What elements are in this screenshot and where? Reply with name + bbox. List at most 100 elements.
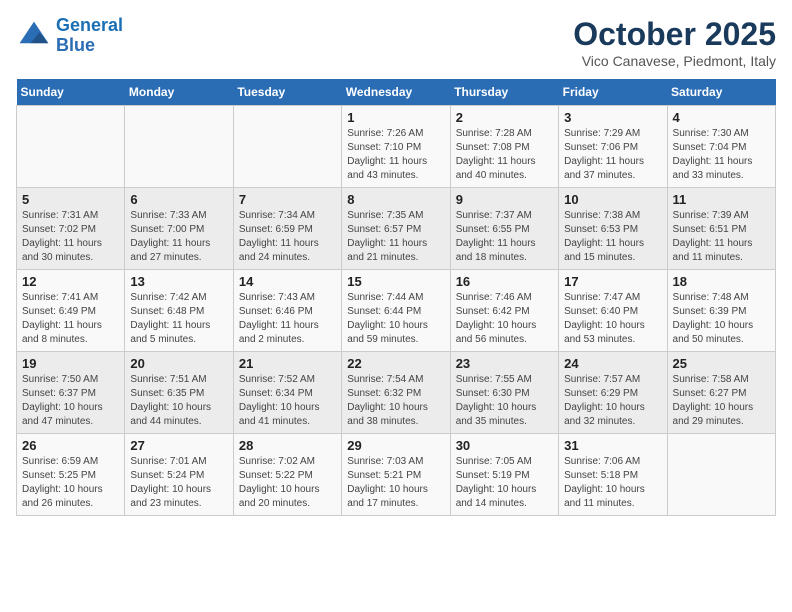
day-header-row: SundayMondayTuesdayWednesdayThursdayFrid… — [17, 79, 776, 106]
calendar-cell: 12 Sunrise: 7:41 AMSunset: 6:49 PMDayligh… — [17, 270, 125, 352]
day-number: 3 — [564, 110, 661, 125]
calendar-cell: 31Sunrise: 7:06 AMSunset: 5:18 PMDayligh… — [559, 434, 667, 516]
day-number: 19 — [22, 356, 119, 371]
day-number: 21 — [239, 356, 336, 371]
day-number: 14 — [239, 274, 336, 289]
calendar-week-4: 19 Sunrise: 7:50 AMSunset: 6:37 PMDayligh… — [17, 352, 776, 434]
day-header-friday: Friday — [559, 79, 667, 106]
day-number: 20 — [130, 356, 227, 371]
calendar-cell: 7Sunrise: 7:34 AMSunset: 6:59 PMDaylight… — [233, 188, 341, 270]
calendar-cell — [17, 106, 125, 188]
day-info: Sunrise: 7:54 AMSunset: 6:32 PMDaylight:… — [347, 373, 444, 429]
day-header-sunday: Sunday — [17, 79, 125, 106]
day-info: Sunrise: 7:01 AMSunset: 5:24 PMDaylight:… — [130, 455, 227, 511]
day-info: Sunrise: 7:34 AMSunset: 6:59 PMDaylight:… — [239, 209, 336, 265]
day-number: 24 — [564, 356, 661, 371]
calendar-cell: 23 Sunrise: 7:55 AMSunset: 6:30 PMDayligh… — [450, 352, 558, 434]
calendar-cell: 13 Sunrise: 7:42 AMSunset: 6:48 PMDayligh… — [125, 270, 233, 352]
calendar-cell: 8 Sunrise: 7:35 AMSunset: 6:57 PMDaylight… — [342, 188, 450, 270]
day-info: Sunrise: 7:03 AMSunset: 5:21 PMDaylight:… — [347, 455, 444, 511]
day-number: 4 — [673, 110, 770, 125]
title-block: October 2025 Vico Canavese, Piedmont, It… — [573, 16, 776, 69]
day-info: Sunrise: 7:29 AMSunset: 7:06 PMDaylight:… — [564, 127, 661, 183]
calendar-cell — [233, 106, 341, 188]
day-info: Sunrise: 7:26 AMSunset: 7:10 PMDaylight:… — [347, 127, 444, 183]
calendar-cell — [667, 434, 775, 516]
day-info: Sunrise: 7:28 AMSunset: 7:08 PMDaylight:… — [456, 127, 553, 183]
day-info: Sunrise: 7:30 AMSunset: 7:04 PMDaylight:… — [673, 127, 770, 183]
calendar-week-3: 12 Sunrise: 7:41 AMSunset: 6:49 PMDayligh… — [17, 270, 776, 352]
day-number: 6 — [130, 192, 227, 207]
calendar-cell: 29Sunrise: 7:03 AMSunset: 5:21 PMDayligh… — [342, 434, 450, 516]
calendar-week-5: 26Sunrise: 6:59 AMSunset: 5:25 PMDayligh… — [17, 434, 776, 516]
month-title: October 2025 — [573, 16, 776, 53]
calendar-cell: 24 Sunrise: 7:57 AMSunset: 6:29 PMDayligh… — [559, 352, 667, 434]
day-number: 12 — [22, 274, 119, 289]
logo-icon — [16, 18, 52, 54]
day-info: Sunrise: 7:41 AMSunset: 6:49 PMDaylight:… — [22, 291, 119, 347]
calendar-cell: 28Sunrise: 7:02 AMSunset: 5:22 PMDayligh… — [233, 434, 341, 516]
day-header-tuesday: Tuesday — [233, 79, 341, 106]
day-info: Sunrise: 7:35 AMSunset: 6:57 PMDaylight:… — [347, 209, 444, 265]
calendar-cell: 16Sunrise: 7:46 AMSunset: 6:42 PMDayligh… — [450, 270, 558, 352]
day-info: Sunrise: 7:55 AMSunset: 6:30 PMDaylight:… — [456, 373, 553, 429]
day-number: 16 — [456, 274, 553, 289]
day-info: Sunrise: 7:02 AMSunset: 5:22 PMDaylight:… — [239, 455, 336, 511]
calendar-cell: 5 Sunrise: 7:31 AMSunset: 7:02 PMDaylight… — [17, 188, 125, 270]
calendar-cell: 26Sunrise: 6:59 AMSunset: 5:25 PMDayligh… — [17, 434, 125, 516]
calendar-cell: 11 Sunrise: 7:39 AMSunset: 6:51 PMDayligh… — [667, 188, 775, 270]
day-info: Sunrise: 7:05 AMSunset: 5:19 PMDaylight:… — [456, 455, 553, 511]
day-info: Sunrise: 7:50 AMSunset: 6:37 PMDaylight:… — [22, 373, 119, 429]
day-info: Sunrise: 7:47 AMSunset: 6:40 PMDaylight:… — [564, 291, 661, 347]
calendar-cell: 25 Sunrise: 7:58 AMSunset: 6:27 PMDayligh… — [667, 352, 775, 434]
day-number: 1 — [347, 110, 444, 125]
day-info: Sunrise: 7:58 AMSunset: 6:27 PMDaylight:… — [673, 373, 770, 429]
calendar-cell: 14 Sunrise: 7:43 AMSunset: 6:46 PMDayligh… — [233, 270, 341, 352]
calendar-cell: 30Sunrise: 7:05 AMSunset: 5:19 PMDayligh… — [450, 434, 558, 516]
calendar-table: SundayMondayTuesdayWednesdayThursdayFrid… — [16, 79, 776, 516]
day-number: 22 — [347, 356, 444, 371]
day-number: 8 — [347, 192, 444, 207]
day-number: 17 — [564, 274, 661, 289]
day-info: Sunrise: 7:39 AMSunset: 6:51 PMDaylight:… — [673, 209, 770, 265]
day-number: 5 — [22, 192, 119, 207]
day-info: Sunrise: 7:31 AMSunset: 7:02 PMDaylight:… — [22, 209, 119, 265]
day-info: Sunrise: 7:52 AMSunset: 6:34 PMDaylight:… — [239, 373, 336, 429]
day-info: Sunrise: 7:51 AMSunset: 6:35 PMDaylight:… — [130, 373, 227, 429]
day-info: Sunrise: 7:33 AMSunset: 7:00 PMDaylight:… — [130, 209, 227, 265]
day-number: 31 — [564, 438, 661, 453]
calendar-cell: 18Sunrise: 7:48 AMSunset: 6:39 PMDayligh… — [667, 270, 775, 352]
logo-text: General Blue — [56, 16, 123, 56]
calendar-cell: 3 Sunrise: 7:29 AMSunset: 7:06 PMDaylight… — [559, 106, 667, 188]
day-number: 25 — [673, 356, 770, 371]
calendar-cell: 15 Sunrise: 7:44 AMSunset: 6:44 PMDayligh… — [342, 270, 450, 352]
day-number: 15 — [347, 274, 444, 289]
day-info: Sunrise: 7:44 AMSunset: 6:44 PMDaylight:… — [347, 291, 444, 347]
calendar-cell: 19 Sunrise: 7:50 AMSunset: 6:37 PMDayligh… — [17, 352, 125, 434]
day-number: 2 — [456, 110, 553, 125]
day-info: Sunrise: 7:42 AMSunset: 6:48 PMDaylight:… — [130, 291, 227, 347]
location-subtitle: Vico Canavese, Piedmont, Italy — [573, 53, 776, 69]
day-info: Sunrise: 7:38 AMSunset: 6:53 PMDaylight:… — [564, 209, 661, 265]
day-info: Sunrise: 6:59 AMSunset: 5:25 PMDaylight:… — [22, 455, 119, 511]
calendar-cell: 1 Sunrise: 7:26 AMSunset: 7:10 PMDaylight… — [342, 106, 450, 188]
calendar-cell — [125, 106, 233, 188]
day-number: 23 — [456, 356, 553, 371]
day-info: Sunrise: 7:43 AMSunset: 6:46 PMDaylight:… — [239, 291, 336, 347]
day-header-wednesday: Wednesday — [342, 79, 450, 106]
day-info: Sunrise: 7:57 AMSunset: 6:29 PMDaylight:… — [564, 373, 661, 429]
day-number: 27 — [130, 438, 227, 453]
day-number: 9 — [456, 192, 553, 207]
calendar-cell: 21 Sunrise: 7:52 AMSunset: 6:34 PMDayligh… — [233, 352, 341, 434]
day-info: Sunrise: 7:37 AMSunset: 6:55 PMDaylight:… — [456, 209, 553, 265]
day-header-saturday: Saturday — [667, 79, 775, 106]
calendar-cell: 2 Sunrise: 7:28 AMSunset: 7:08 PMDaylight… — [450, 106, 558, 188]
calendar-cell: 22 Sunrise: 7:54 AMSunset: 6:32 PMDayligh… — [342, 352, 450, 434]
day-header-monday: Monday — [125, 79, 233, 106]
day-info: Sunrise: 7:48 AMSunset: 6:39 PMDaylight:… — [673, 291, 770, 347]
calendar-cell: 20 Sunrise: 7:51 AMSunset: 6:35 PMDayligh… — [125, 352, 233, 434]
day-number: 11 — [673, 192, 770, 207]
day-number: 13 — [130, 274, 227, 289]
day-header-thursday: Thursday — [450, 79, 558, 106]
calendar-cell: 6 Sunrise: 7:33 AMSunset: 7:00 PMDaylight… — [125, 188, 233, 270]
